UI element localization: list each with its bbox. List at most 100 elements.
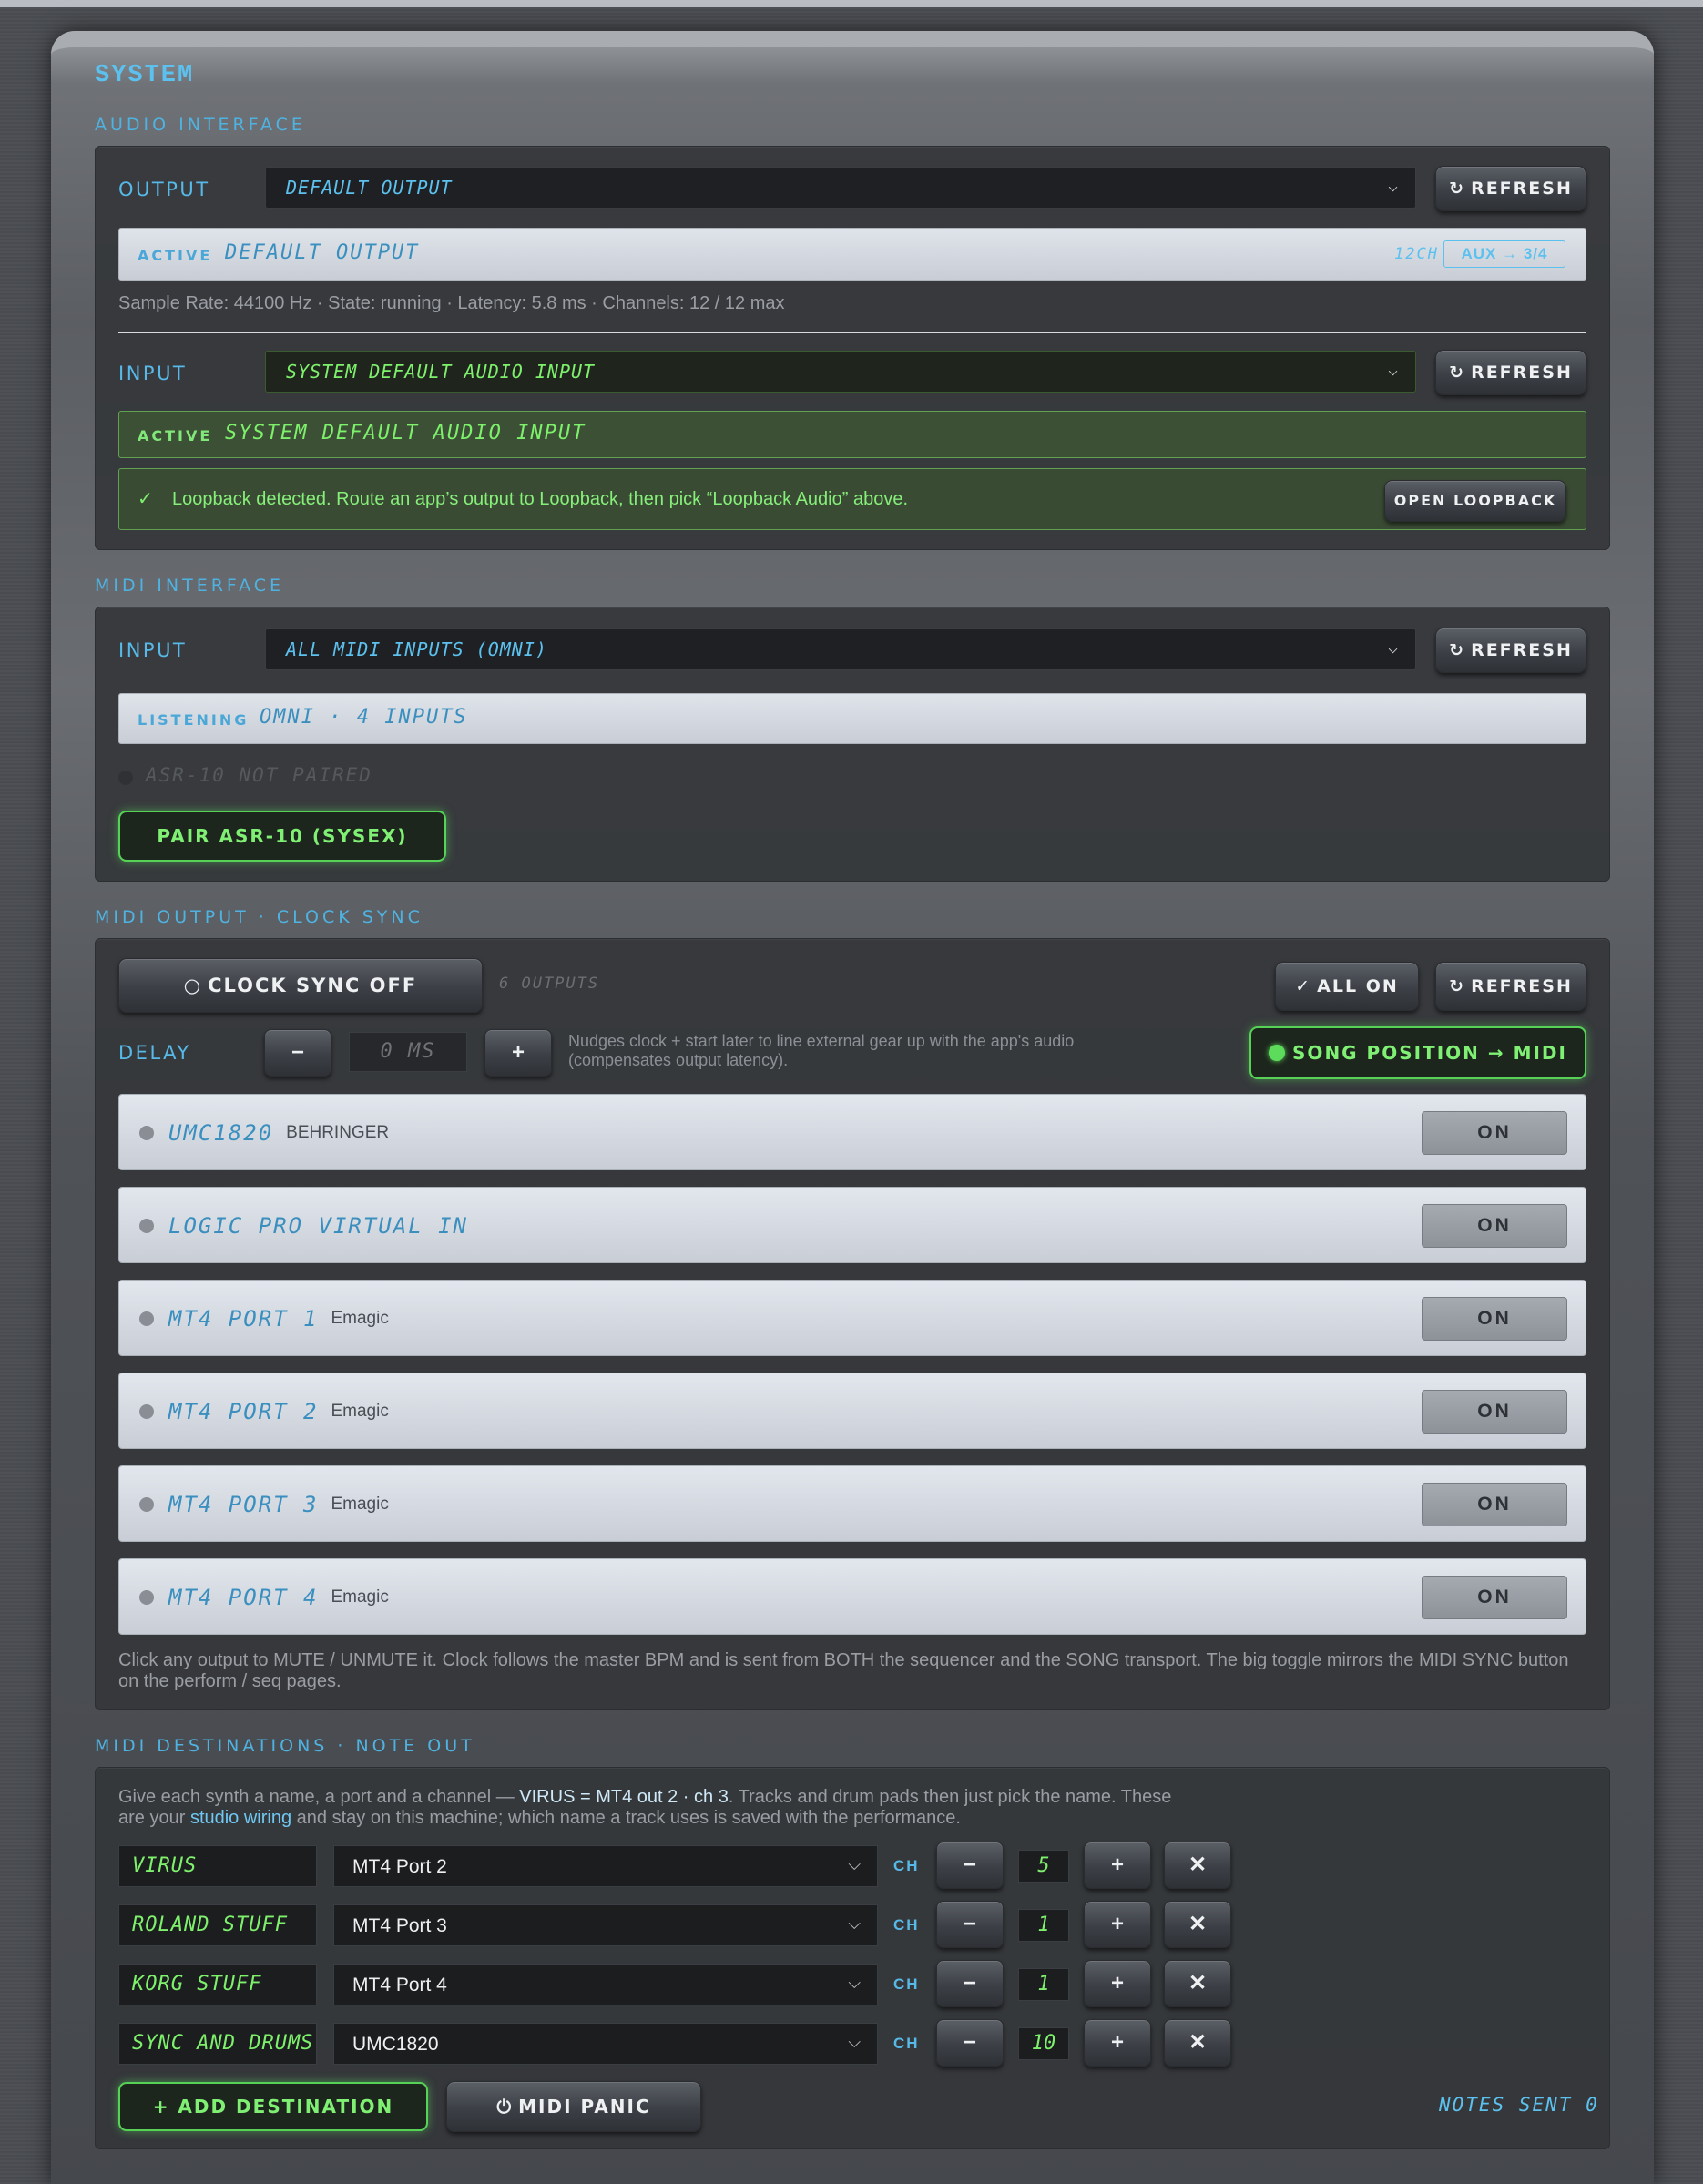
chevron-down-icon: ⌵ [1388, 361, 1399, 380]
channels-badge: 12CH [1394, 245, 1439, 263]
channel-increase-button[interactable]: + [1084, 1960, 1151, 2007]
destination-port-select[interactable]: UMC1820 ⌵ [333, 2023, 878, 2065]
clock-sync-toggle[interactable]: ○ CLOCK SYNC OFF [118, 958, 483, 1013]
status-dot [139, 1311, 154, 1326]
midi-output-row[interactable]: MT4 PORT 3 Emagic ON [118, 1465, 1586, 1542]
section-label-audio: AUDIO INTERFACE [95, 115, 306, 135]
channel-label: CH [893, 1857, 920, 1874]
section-label-midi-out: MIDI OUTPUT · CLOCK SYNC [95, 907, 423, 927]
output-name: LOGIC PRO VIRTUAL IN [168, 1213, 468, 1239]
check-icon: ✓ [1295, 976, 1312, 996]
help-example: VIRUS = MT4 out 2 · ch 3 [519, 1787, 729, 1807]
output-name: MT4 PORT 3 [168, 1492, 319, 1517]
active-input-bar: ACTIVE SYSTEM DEFAULT AUDIO INPUT [118, 411, 1586, 458]
midi-input-select[interactable]: ALL MIDI INPUTS (OMNI) ⌵ [265, 628, 1416, 670]
output-name: MT4 PORT 2 [168, 1399, 319, 1424]
circle-icon: ○ [183, 975, 203, 996]
port-select-value: MT4 Port 2 [352, 1856, 447, 1877]
midi-panic-button[interactable]: ⏻ MIDI PANIC [446, 2081, 701, 2132]
listening-bar: LISTENING OMNI · 4 INPUTS [118, 693, 1586, 744]
output-toggle-button[interactable]: ON [1422, 1576, 1567, 1619]
add-destination-button[interactable]: + ADD DESTINATION [118, 2082, 428, 2131]
destination-port-select[interactable]: MT4 Port 2 ⌵ [333, 1845, 878, 1887]
channel-label: CH [893, 1975, 920, 1993]
destinations-help: Give each synth a name, a port and a cha… [118, 1787, 1172, 1828]
notes-sent-counter: NOTES SENT 0 [1439, 2094, 1599, 2116]
remove-destination-button[interactable]: ✕ [1164, 1901, 1231, 1948]
output-toggle-button[interactable]: ON [1422, 1204, 1567, 1248]
output-maker: Emagic [331, 1495, 389, 1514]
audio-input-select[interactable]: SYSTEM DEFAULT AUDIO INPUT ⌵ [265, 351, 1416, 393]
status-dot [139, 1219, 154, 1233]
destination-port-select[interactable]: MT4 Port 3 ⌵ [333, 1904, 878, 1946]
port-select-value: MT4 Port 3 [352, 1915, 447, 1936]
midi-input-select-value: ALL MIDI INPUTS (OMNI) [286, 638, 547, 660]
output-select[interactable]: DEFAULT OUTPUT ⌵ [265, 167, 1416, 209]
channel-decrease-button[interactable]: − [936, 1960, 1004, 2007]
channel-decrease-button[interactable]: − [936, 1842, 1004, 1889]
status-dot [139, 1126, 154, 1140]
section-label-destinations: MIDI DESTINATIONS · NOTE OUT [95, 1736, 475, 1756]
delay-increase-button[interactable]: + [484, 1029, 552, 1077]
midi-out-footer-help: Click any output to MUTE / UNMUTE it. Cl… [118, 1650, 1569, 1691]
output-toggle-button[interactable]: ON [1422, 1390, 1567, 1434]
output-maker: Emagic [331, 1402, 389, 1421]
channel-value: 5 [1018, 1850, 1069, 1883]
output-refresh-button[interactable]: ↻ REFRESH [1435, 166, 1586, 211]
active-tag: ACTIVE [138, 427, 213, 444]
remove-destination-button[interactable]: ✕ [1164, 1842, 1231, 1889]
input-refresh-button[interactable]: ↻ REFRESH [1435, 350, 1586, 395]
chevron-down-icon: ⌵ [848, 1855, 861, 1873]
loopback-notice: ✓ Loopback detected. Route an app’s outp… [118, 468, 1586, 530]
destination-name-input[interactable]: ROLAND STUFF [118, 1904, 317, 1946]
midi-output-row[interactable]: MT4 PORT 2 Emagic ON [118, 1373, 1586, 1449]
output-toggle-button[interactable]: ON [1422, 1111, 1567, 1155]
midi-refresh-button[interactable]: ↻ REFRESH [1435, 628, 1586, 673]
delay-label: DELAY [118, 1042, 191, 1064]
page-title: SYSTEM [95, 62, 195, 89]
output-toggle-button[interactable]: ON [1422, 1483, 1567, 1526]
divider [118, 332, 1586, 333]
open-loopback-button[interactable]: OPEN LOOPBACK [1384, 480, 1566, 522]
studio-wiring-link[interactable]: studio wiring [190, 1808, 291, 1828]
output-toggle-button[interactable]: ON [1422, 1297, 1567, 1341]
chevron-down-icon: ⌵ [1388, 177, 1399, 196]
midi-output-row[interactable]: MT4 PORT 4 Emagic ON [118, 1558, 1586, 1635]
led-icon [1269, 1045, 1286, 1061]
channel-decrease-button[interactable]: − [936, 2019, 1004, 2067]
listening-tag: LISTENING [138, 711, 250, 729]
channel-decrease-button[interactable]: − [936, 1901, 1004, 1948]
midi-output-row[interactable]: UMC1820 BEHRINGER ON [118, 1094, 1586, 1170]
destination-port-select[interactable]: MT4 Port 4 ⌵ [333, 1964, 878, 2005]
port-select-value: UMC1820 [352, 2034, 439, 2055]
midi-output-row[interactable]: MT4 PORT 1 Emagic ON [118, 1280, 1586, 1356]
song-position-toggle[interactable]: SONG POSITION → MIDI [1249, 1026, 1586, 1079]
midi-out-refresh-button[interactable]: ↻ REFRESH [1435, 962, 1586, 1011]
midi-output-row[interactable]: LOGIC PRO VIRTUAL IN ON [118, 1187, 1586, 1263]
remove-destination-button[interactable]: ✕ [1164, 1960, 1231, 2007]
status-dot [139, 1590, 154, 1605]
chevron-down-icon: ⌵ [848, 1914, 861, 1933]
channel-value: 1 [1018, 1968, 1069, 2001]
refresh-icon: ↻ [1449, 640, 1466, 660]
pair-asr10-button[interactable]: PAIR ASR-10 (SYSEX) [118, 811, 446, 862]
output-maker: Emagic [331, 1587, 389, 1607]
destination-name-input[interactable]: SYNC AND DRUMS [118, 2023, 317, 2065]
remove-destination-button[interactable]: ✕ [1164, 2019, 1231, 2067]
active-input-value: SYSTEM DEFAULT AUDIO INPUT [225, 422, 586, 444]
status-dot [139, 1497, 154, 1512]
input-label: INPUT [118, 362, 188, 384]
output-maker: Emagic [331, 1309, 389, 1328]
destination-name-input[interactable]: KORG STUFF [118, 1964, 317, 2005]
output-name: MT4 PORT 1 [168, 1306, 319, 1332]
outputs-count: 6 OUTPUTS [499, 975, 600, 993]
channel-increase-button[interactable]: + [1084, 1842, 1151, 1889]
channel-increase-button[interactable]: + [1084, 2019, 1151, 2067]
delay-decrease-button[interactable]: − [264, 1029, 331, 1077]
loopback-message: Loopback detected. Route an app’s output… [172, 489, 908, 509]
chevron-down-icon: ⌵ [848, 2033, 861, 2051]
destination-name-input[interactable]: VIRUS [118, 1845, 317, 1887]
status-dot [139, 1404, 154, 1419]
all-on-button[interactable]: ✓ ALL ON [1275, 962, 1419, 1011]
channel-increase-button[interactable]: + [1084, 1901, 1151, 1948]
